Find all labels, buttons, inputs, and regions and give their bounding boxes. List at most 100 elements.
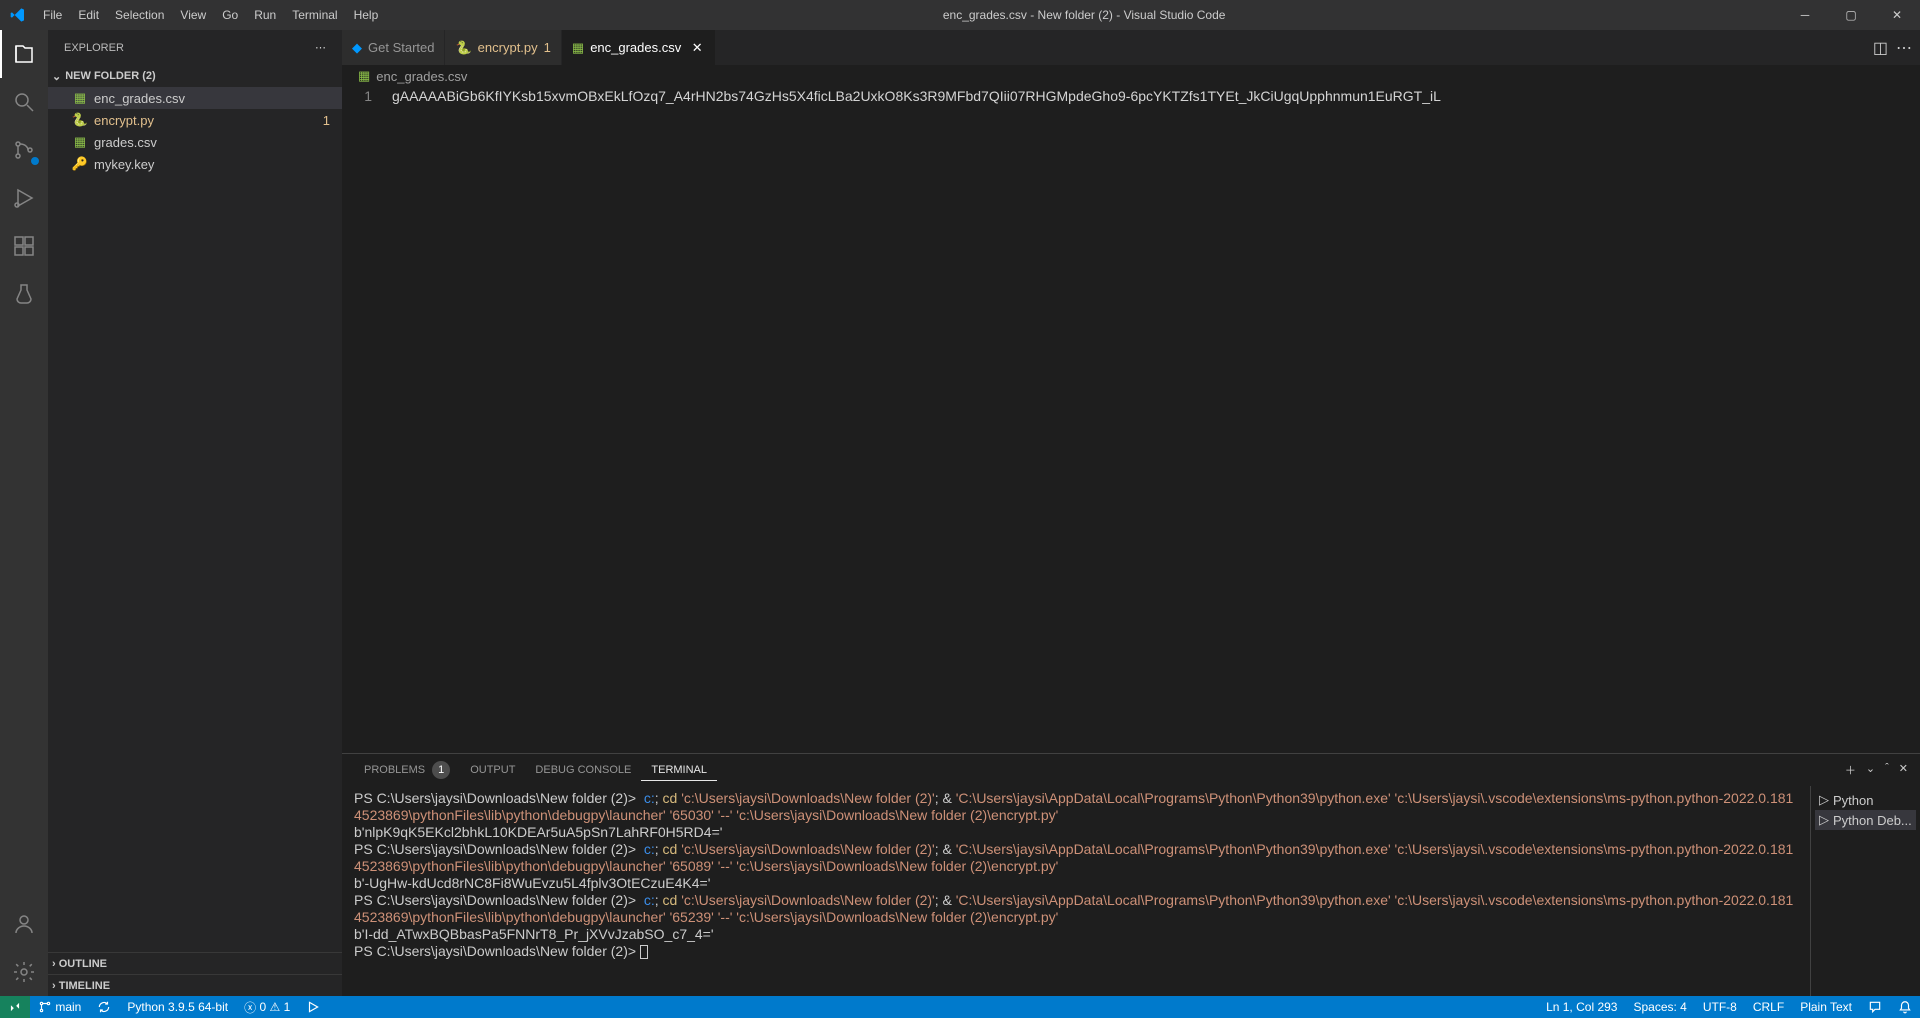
close-panel-icon[interactable]: ✕ <box>1899 762 1908 778</box>
modified-badge: 1 <box>544 40 551 55</box>
code-line[interactable]: gAAAAABiGb6KfIYKsb15xvmOBxEkLfOzq7_A4rHN… <box>392 87 1920 106</box>
sync-status[interactable] <box>89 996 119 1018</box>
cursor-position[interactable]: Ln 1, Col 293 <box>1538 1000 1625 1014</box>
menu-run[interactable]: Run <box>246 0 284 30</box>
remote-indicator[interactable] <box>0 996 30 1018</box>
file-item-encrypt-py[interactable]: 🐍 encrypt.py 1 <box>48 109 342 131</box>
close-tab-icon[interactable]: ✕ <box>689 40 705 56</box>
terminal-instance[interactable]: ▷Python <box>1815 790 1916 810</box>
encoding-status[interactable]: UTF-8 <box>1695 1000 1745 1014</box>
panel-actions: ＋ ⌄ ˆ ✕ <box>1845 762 1908 778</box>
scm-badge-icon <box>30 156 40 166</box>
minimize-button[interactable]: ─ <box>1782 0 1828 30</box>
testing-activity[interactable] <box>0 270 48 318</box>
python-status[interactable]: Python 3.9.5 64-bit <box>119 996 236 1018</box>
tab-encrypt-py[interactable]: 🐍 encrypt.py 1 <box>445 30 561 65</box>
notifications-icon[interactable] <box>1890 1000 1920 1014</box>
language-status[interactable]: Plain Text <box>1792 1000 1860 1014</box>
statusbar: main Python 3.9.5 64-bit ⓧ 0 ⚠ 1 Ln 1, C… <box>0 996 1920 1018</box>
panel-tab-output[interactable]: OUTPUT <box>460 760 525 780</box>
terminal-dropdown-icon[interactable]: ⌄ <box>1866 762 1875 778</box>
panel-tab-debug-console[interactable]: DEBUG CONSOLE <box>525 760 641 780</box>
problems-status[interactable]: ⓧ 0 ⚠ 1 <box>236 996 298 1018</box>
panel-tabs: PROBLEMS 1OUTPUTDEBUG CONSOLETERMINAL ＋ … <box>342 754 1920 786</box>
menu-help[interactable]: Help <box>346 0 387 30</box>
file-label: encrypt.py <box>94 113 154 128</box>
error-icon: ⓧ <box>244 999 256 1016</box>
outline-section[interactable]: › OUTLINE <box>48 952 342 974</box>
split-editor-icon[interactable]: ◫ <box>1873 38 1888 58</box>
activity-bar <box>0 30 48 996</box>
gutter: 1 <box>342 87 392 753</box>
tab-get-started[interactable]: ◆Get Started <box>342 30 445 65</box>
tab-label: encrypt.py <box>478 40 538 55</box>
explorer-activity[interactable] <box>0 30 48 78</box>
terminal-list: ▷Python▷Python Deb... <box>1810 786 1920 996</box>
timeline-section[interactable]: › TIMELINE <box>48 974 342 996</box>
sidebar-header: EXPLORER ⋯ <box>48 30 342 65</box>
menu-go[interactable]: Go <box>214 0 246 30</box>
settings-activity[interactable] <box>0 948 48 996</box>
file-item-mykey-key[interactable]: 🔑mykey.key <box>48 153 342 175</box>
menu-edit[interactable]: Edit <box>70 0 107 30</box>
sidebar-more-icon[interactable]: ⋯ <box>315 41 326 54</box>
menu-terminal[interactable]: Terminal <box>284 0 345 30</box>
file-item-enc_grades-csv[interactable]: ▦ enc_grades.csv <box>48 87 342 109</box>
modified-badge: 1 <box>323 113 330 128</box>
csv-icon: ▦ <box>572 40 584 56</box>
csv-icon: ▦ <box>72 90 88 106</box>
search-activity[interactable] <box>0 78 48 126</box>
code-content[interactable]: gAAAAABiGb6KfIYKsb15xvmOBxEkLfOzq7_A4rHN… <box>392 87 1920 753</box>
line-number: 1 <box>342 87 372 106</box>
terminal-output[interactable]: PS C:\Users\jaysi\Downloads\New folder (… <box>342 786 1810 996</box>
panel-tab-terminal[interactable]: TERMINAL <box>641 760 717 781</box>
feedback-icon[interactable] <box>1860 1000 1890 1014</box>
scm-activity[interactable] <box>0 126 48 174</box>
breadcrumb[interactable]: ▦ enc_grades.csv <box>342 65 1920 87</box>
csv-icon: ▦ <box>72 134 88 150</box>
breadcrumb-label: enc_grades.csv <box>376 69 467 84</box>
tab-enc-grades-csv[interactable]: ▦enc_grades.csv✕ <box>562 30 716 65</box>
vscode-logo-icon <box>0 7 35 23</box>
chevron-down-icon: ⌄ <box>52 70 61 83</box>
run-debug-activity[interactable] <box>0 174 48 222</box>
accounts-activity[interactable] <box>0 900 48 948</box>
problems-count-badge: 1 <box>432 761 450 779</box>
editor-tabs: ◆Get Started 🐍 encrypt.py 1 ▦enc_grades.csv… <box>342 30 1920 65</box>
terminal-cursor <box>640 945 648 959</box>
menubar: FileEditSelectionViewGoRunTerminalHelp <box>35 0 386 30</box>
window-title: enc_grades.csv - New folder (2) - Visual… <box>386 8 1782 22</box>
sidebar: EXPLORER ⋯ ⌄ NEW FOLDER (2) ▦ enc_grades.… <box>48 30 342 996</box>
extensions-activity[interactable] <box>0 222 48 270</box>
new-terminal-icon[interactable]: ＋ <box>1845 762 1856 778</box>
menu-file[interactable]: File <box>35 0 70 30</box>
file-label: enc_grades.csv <box>94 91 185 106</box>
close-button[interactable]: ✕ <box>1874 0 1920 30</box>
python-icon: 🐍 <box>455 40 471 56</box>
editor[interactable]: 1 gAAAAABiGb6KfIYKsb15xvmOBxEkLfOzq7_A4r… <box>342 87 1920 753</box>
file-label: grades.csv <box>94 135 157 150</box>
folder-name: NEW FOLDER (2) <box>65 70 155 82</box>
python-icon: 🐍 <box>72 112 88 128</box>
folder-header[interactable]: ⌄ NEW FOLDER (2) <box>48 65 342 87</box>
more-actions-icon[interactable]: ⋯ <box>1896 38 1912 58</box>
menu-view[interactable]: View <box>172 0 214 30</box>
csv-icon: ▦ <box>358 68 370 84</box>
sidebar-title: EXPLORER <box>64 42 124 54</box>
window-controls: ─ ▢ ✕ <box>1782 0 1920 30</box>
panel-tab-problems[interactable]: PROBLEMS 1 <box>354 757 460 783</box>
terminal-instance[interactable]: ▷Python Deb... <box>1815 810 1916 830</box>
warning-icon: ⚠ <box>269 1000 280 1014</box>
debug-status[interactable] <box>298 996 328 1018</box>
terminal-icon: ▷ <box>1819 792 1829 808</box>
branch-status[interactable]: main <box>30 996 89 1018</box>
indentation-status[interactable]: Spaces: 4 <box>1625 1000 1694 1014</box>
tab-label: Get Started <box>368 40 434 55</box>
file-item-grades-csv[interactable]: ▦ grades.csv <box>48 131 342 153</box>
maximize-button[interactable]: ▢ <box>1828 0 1874 30</box>
key-icon: 🔑 <box>72 156 88 172</box>
panel: PROBLEMS 1OUTPUTDEBUG CONSOLETERMINAL ＋ … <box>342 753 1920 996</box>
menu-selection[interactable]: Selection <box>107 0 172 30</box>
eol-status[interactable]: CRLF <box>1745 1000 1792 1014</box>
maximize-panel-icon[interactable]: ˆ <box>1885 762 1889 778</box>
